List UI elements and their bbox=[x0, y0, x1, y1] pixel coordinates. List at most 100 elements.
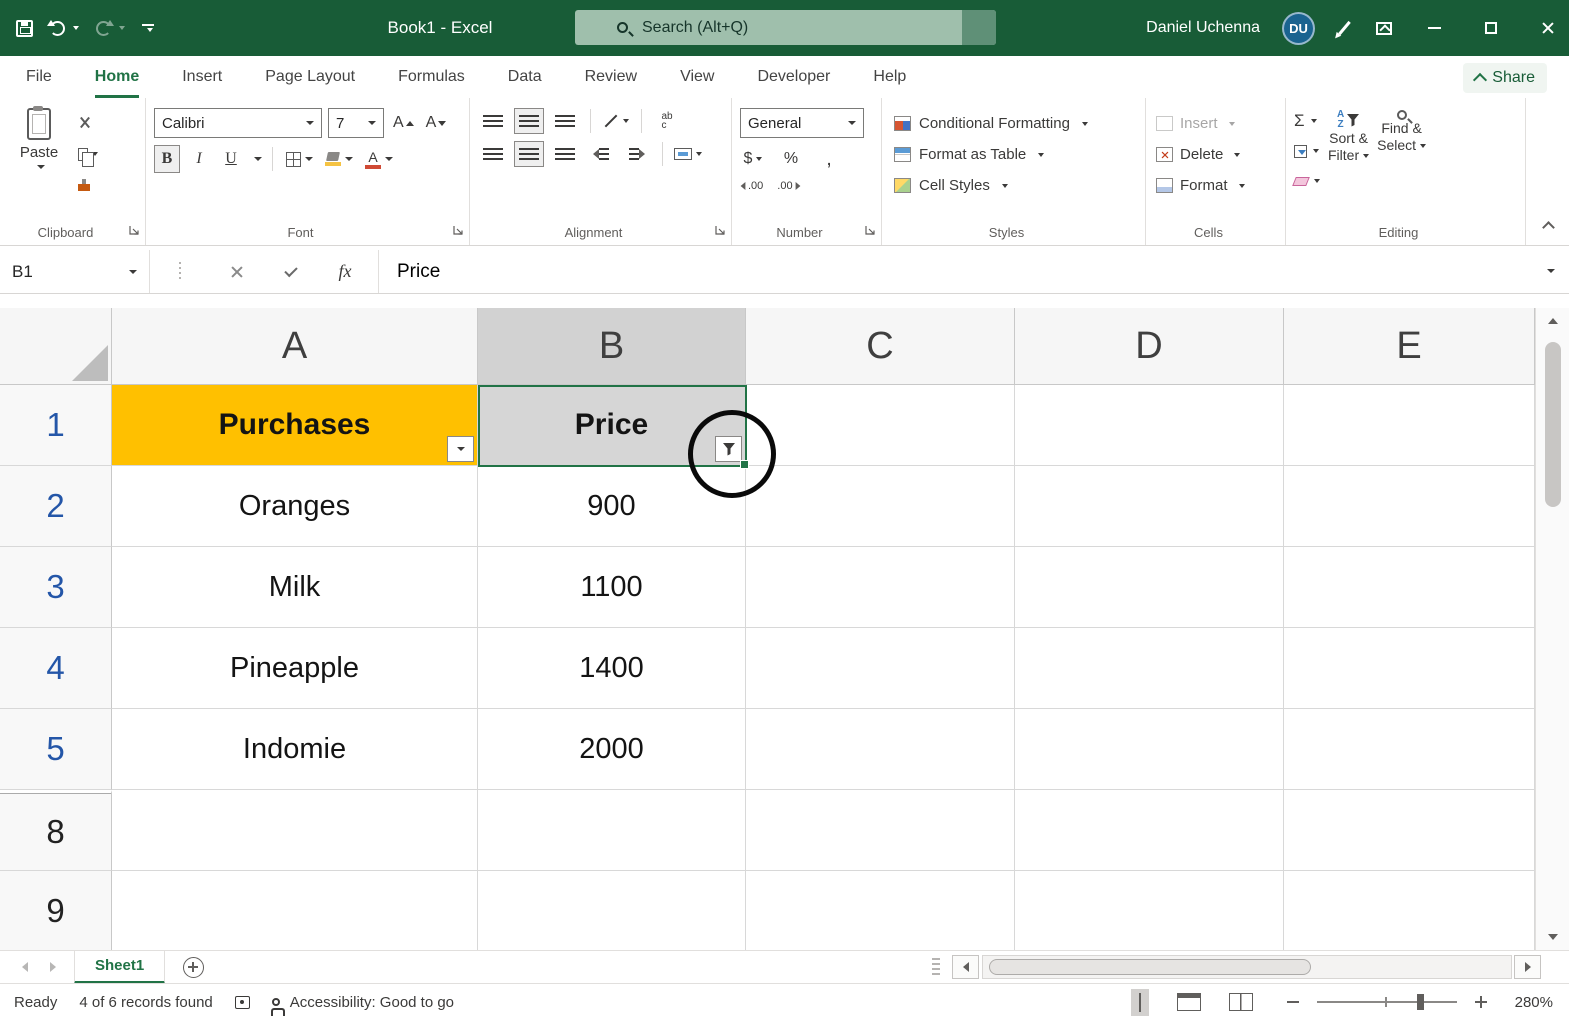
cell-C1[interactable] bbox=[746, 385, 1015, 466]
italic-button[interactable]: I bbox=[186, 145, 212, 173]
cell-C2[interactable] bbox=[746, 466, 1015, 547]
cell-B4[interactable]: 1400 bbox=[478, 628, 746, 709]
customize-toolbar-button[interactable] bbox=[142, 24, 154, 32]
enter-button[interactable] bbox=[264, 250, 318, 293]
cell-D5[interactable] bbox=[1015, 709, 1284, 790]
column-header-d[interactable]: D bbox=[1015, 308, 1284, 385]
user-name[interactable]: Daniel Uchenna bbox=[1146, 19, 1260, 37]
cell-C3[interactable] bbox=[746, 547, 1015, 628]
fill-button[interactable] bbox=[1294, 140, 1320, 162]
scroll-down-button[interactable] bbox=[1548, 924, 1558, 950]
avatar[interactable]: DU bbox=[1282, 12, 1315, 45]
filter-funnel-button-b1[interactable] bbox=[715, 436, 742, 462]
find-select-button[interactable]: Find & Select bbox=[1377, 108, 1426, 219]
normal-view-button[interactable] bbox=[1131, 989, 1149, 1016]
row-header-8[interactable]: 8 bbox=[0, 790, 112, 871]
horizontal-scroll-thumb[interactable] bbox=[989, 959, 1311, 975]
accessibility-status[interactable]: Accessibility: Good to go bbox=[272, 994, 454, 1011]
fill-handle[interactable] bbox=[740, 460, 749, 469]
align-center-button[interactable] bbox=[514, 141, 544, 167]
page-layout-view-button[interactable] bbox=[1177, 993, 1201, 1011]
hscroll-right-button[interactable] bbox=[1514, 955, 1541, 979]
cell-B9[interactable] bbox=[478, 871, 746, 950]
close-button[interactable] bbox=[1541, 21, 1555, 35]
tab-review[interactable]: Review bbox=[585, 56, 637, 98]
clear-button[interactable] bbox=[1294, 170, 1320, 192]
decrease-decimal-button[interactable]: .00 bbox=[777, 180, 800, 192]
increase-decimal-button[interactable]: .00 bbox=[740, 180, 763, 192]
zoom-slider[interactable] bbox=[1317, 1001, 1457, 1003]
minimize-button[interactable] bbox=[1428, 27, 1441, 29]
format-as-table-button[interactable]: Format as Table bbox=[890, 139, 1137, 170]
ribbon-display-options-icon[interactable] bbox=[1376, 22, 1392, 35]
zoom-slider-thumb[interactable] bbox=[1417, 994, 1424, 1010]
align-top-button[interactable] bbox=[478, 108, 508, 134]
macro-record-button[interactable] bbox=[235, 996, 250, 1009]
increase-indent-button[interactable] bbox=[622, 141, 652, 167]
cell-C9[interactable] bbox=[746, 871, 1015, 950]
share-button[interactable]: Share bbox=[1463, 63, 1547, 93]
font-color-button[interactable]: A bbox=[362, 145, 396, 173]
cancel-button[interactable] bbox=[210, 250, 264, 293]
align-right-button[interactable] bbox=[550, 141, 580, 167]
insert-cells-button[interactable]: Insert bbox=[1154, 108, 1277, 139]
redo-button[interactable] bbox=[96, 21, 125, 36]
align-middle-button[interactable] bbox=[514, 108, 544, 134]
cell-E4[interactable] bbox=[1284, 628, 1535, 709]
underline-button[interactable]: U bbox=[218, 145, 244, 173]
tab-help[interactable]: Help bbox=[873, 56, 906, 98]
select-all-corner[interactable] bbox=[0, 308, 112, 385]
number-format-select[interactable]: General bbox=[740, 108, 864, 138]
cell-A1[interactable]: Purchases bbox=[112, 385, 478, 466]
sort-filter-button[interactable]: AZ Sort & Filter bbox=[1328, 108, 1369, 219]
tab-split-handle[interactable] bbox=[932, 958, 940, 976]
format-cells-button[interactable]: Format bbox=[1154, 170, 1277, 201]
cell-E1[interactable] bbox=[1284, 385, 1535, 466]
save-button[interactable] bbox=[16, 20, 33, 37]
formula-input[interactable]: Price bbox=[379, 261, 1543, 283]
tab-page-layout[interactable]: Page Layout bbox=[265, 56, 355, 98]
cell-A2[interactable]: Oranges bbox=[112, 466, 478, 547]
align-bottom-button[interactable] bbox=[550, 108, 580, 134]
cell-C8[interactable] bbox=[746, 790, 1015, 871]
row-header-3[interactable]: 3 bbox=[0, 547, 112, 628]
sheet-tab-sheet1[interactable]: Sheet1 bbox=[74, 951, 165, 984]
name-box-resizer[interactable] bbox=[150, 262, 210, 282]
collapse-ribbon-button[interactable] bbox=[1544, 219, 1553, 237]
shrink-font-button[interactable]: A bbox=[423, 109, 450, 137]
alignment-dialog-launcher[interactable] bbox=[715, 223, 726, 241]
column-header-a[interactable]: A bbox=[112, 308, 478, 385]
tab-insert[interactable]: Insert bbox=[182, 56, 222, 98]
previous-sheet-button[interactable] bbox=[22, 962, 28, 972]
cell-E9[interactable] bbox=[1284, 871, 1535, 950]
number-dialog-launcher[interactable] bbox=[865, 223, 876, 241]
cell-A3[interactable]: Milk bbox=[112, 547, 478, 628]
cell-A9[interactable] bbox=[112, 871, 478, 950]
row-header-5[interactable]: 5 bbox=[0, 709, 112, 790]
column-header-b[interactable]: B bbox=[478, 308, 746, 385]
cell-B1[interactable]: Price bbox=[478, 385, 746, 466]
cell-A4[interactable]: Pineapple bbox=[112, 628, 478, 709]
bold-button[interactable]: B bbox=[154, 145, 180, 173]
tab-data[interactable]: Data bbox=[508, 56, 542, 98]
font-dialog-launcher[interactable] bbox=[453, 223, 464, 241]
cell-D2[interactable] bbox=[1015, 466, 1284, 547]
row-header-9[interactable]: 9 bbox=[0, 871, 112, 950]
row-header-4[interactable]: 4 bbox=[0, 628, 112, 709]
autosum-button[interactable]: Σ bbox=[1294, 110, 1320, 132]
scroll-up-button[interactable] bbox=[1548, 308, 1558, 334]
cell-A8[interactable] bbox=[112, 790, 478, 871]
align-left-button[interactable] bbox=[478, 141, 508, 167]
grow-font-button[interactable]: A bbox=[390, 109, 417, 137]
accounting-format-button[interactable]: $ bbox=[740, 145, 766, 173]
cell-D8[interactable] bbox=[1015, 790, 1284, 871]
merge-center-button[interactable] bbox=[673, 141, 703, 167]
cell-D3[interactable] bbox=[1015, 547, 1284, 628]
cell-C5[interactable] bbox=[746, 709, 1015, 790]
cell-D9[interactable] bbox=[1015, 871, 1284, 950]
cell-E5[interactable] bbox=[1284, 709, 1535, 790]
column-header-e[interactable]: E bbox=[1284, 308, 1535, 385]
copy-button[interactable] bbox=[78, 143, 98, 165]
zoom-out-button[interactable] bbox=[1287, 1001, 1299, 1003]
percent-style-button[interactable]: % bbox=[778, 145, 804, 173]
